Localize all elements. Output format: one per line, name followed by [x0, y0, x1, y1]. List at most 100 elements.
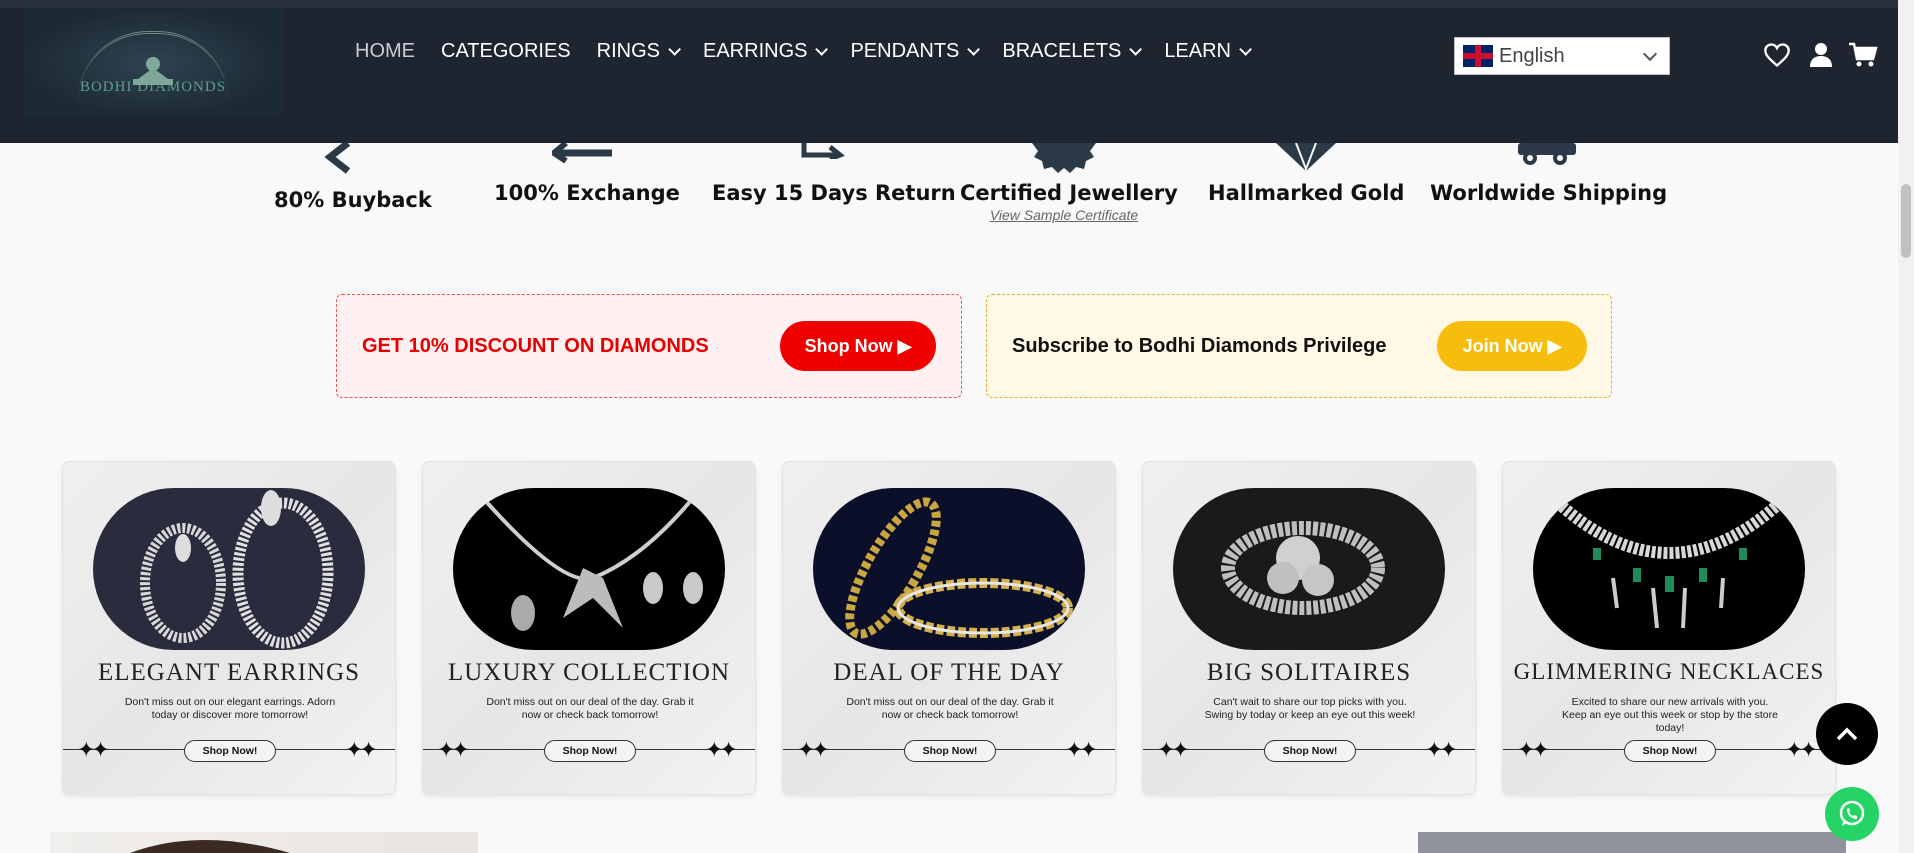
feature-exchange: 100% Exchange: [494, 181, 680, 205]
sparkle-icon: ✦✦: [705, 737, 738, 762]
bottom-banner-left: [50, 832, 478, 853]
sparkle-icon: ✦✦: [1157, 737, 1190, 762]
card-shop-now-button[interactable]: Shop Now!: [904, 740, 996, 762]
feature-buyback: 80% Buyback: [274, 188, 432, 212]
return-icon: [801, 143, 845, 159]
card-description: Don't miss out on our elegant earrings. …: [124, 696, 336, 721]
page-scrollbar[interactable]: [1898, 0, 1914, 853]
nav-learn[interactable]: LEARN: [1164, 40, 1253, 63]
nav-earrings[interactable]: EARRINGS: [703, 40, 829, 63]
ring-image: [1173, 488, 1445, 650]
necklace-image: [453, 488, 725, 650]
main-nav: HOME CATEGORIES RINGS EARRINGS PENDANTS …: [355, 40, 1274, 63]
bangles-image: [813, 488, 1085, 650]
feature-certified: Certified Jewellery View Sample Certific…: [960, 181, 1178, 223]
sparkle-icon: ✦✦: [345, 737, 378, 762]
card-description: Can't wait to share our top picks with y…: [1204, 696, 1416, 721]
back-to-top-button[interactable]: [1816, 703, 1878, 765]
card-shop-now-button[interactable]: Shop Now!: [1264, 740, 1356, 762]
user-icon[interactable]: [1806, 40, 1836, 70]
feature-return: Easy 15 Days Return: [712, 181, 956, 205]
subscribe-text: Subscribe to Bodhi Diamonds Privilege: [1012, 334, 1387, 357]
top-strip: [0, 0, 1898, 8]
feature-label: 100% Exchange: [494, 181, 680, 205]
site-header: BODHI DIAMONDS HOME CATEGORIES RINGS EAR…: [0, 0, 1898, 143]
card-glimmering-necklaces[interactable]: GLIMMERING NECKLACES Excited to share ou…: [1502, 461, 1836, 795]
chevron-up-icon: [1836, 727, 1858, 741]
feature-label: 80% Buyback: [274, 188, 432, 212]
nav-categories[interactable]: CATEGORIES: [441, 40, 571, 63]
sparkle-icon: ✦✦: [437, 737, 470, 762]
buyback-icon: [324, 143, 351, 174]
card-shop-now-button[interactable]: Shop Now!: [1624, 740, 1716, 762]
chevron-down-icon: [1239, 43, 1253, 56]
card-title: GLIMMERING NECKLACES: [1513, 659, 1825, 684]
nav-pendants-label: PENDANTS: [850, 40, 960, 62]
join-now-button[interactable]: Join Now ▶: [1437, 321, 1587, 371]
exchange-icon: [552, 143, 612, 163]
card-title: LUXURY COLLECTION: [447, 659, 731, 686]
card-title: ELEGANT EARRINGS: [97, 659, 361, 686]
chevron-down-icon: [967, 43, 981, 56]
card-description: Excited to share our new arrivals with y…: [1562, 696, 1778, 734]
nav-bracelets[interactable]: BRACELETS: [1002, 40, 1143, 63]
discount-banner: GET 10% DISCOUNT ON DIAMONDS Shop Now ▶: [336, 294, 962, 398]
card-luxury-collection[interactable]: LUXURY COLLECTION Don't miss out on our …: [422, 461, 756, 795]
nav-rings[interactable]: RINGS: [596, 40, 681, 63]
nav-earrings-label: EARRINGS: [703, 40, 808, 62]
language-label: English: [1499, 44, 1565, 67]
site-logo[interactable]: BODHI DIAMONDS: [24, 8, 282, 118]
cart-icon[interactable]: [1848, 40, 1878, 70]
view-sample-certificate-link[interactable]: View Sample Certificate: [960, 207, 1168, 223]
sparkle-icon: ✦✦: [1065, 737, 1098, 762]
feature-shipping: Worldwide Shipping: [1430, 181, 1668, 205]
chevron-down-icon: [1129, 43, 1143, 56]
logo-emblem: [78, 30, 228, 101]
feature-label: Easy 15 Days Return: [712, 181, 956, 205]
subscribe-banner: Subscribe to Bodhi Diamonds Privilege Jo…: [986, 294, 1612, 398]
feature-label: Hallmarked Gold: [1208, 181, 1405, 205]
scrollbar-thumb[interactable]: [1901, 184, 1911, 258]
nav-categories-label: CATEGORIES: [441, 40, 571, 62]
whatsapp-icon: [1839, 800, 1865, 826]
nav-bracelets-label: BRACELETS: [1002, 40, 1122, 62]
chevron-down-icon: [815, 43, 829, 56]
heart-icon[interactable]: [1762, 40, 1792, 70]
logo-mark-icon: [133, 56, 173, 85]
diamond-icon: [1276, 143, 1336, 171]
emerald-necklace-image: [1533, 488, 1805, 650]
truck-icon: [1518, 143, 1576, 165]
sparkle-icon: ✦✦: [1517, 737, 1550, 762]
nav-pendants[interactable]: PENDANTS: [850, 40, 981, 63]
feature-label: Certified Jewellery: [960, 181, 1178, 205]
nav-home-label: HOME: [355, 40, 415, 62]
sparkle-icon: ✦✦: [1425, 737, 1458, 762]
chevron-down-icon: [668, 43, 681, 56]
card-big-solitaires[interactable]: BIG SOLITAIRES Can't wait to share our t…: [1142, 461, 1476, 795]
card-deal-of-the-day[interactable]: DEAL OF THE DAY Don't miss out on our de…: [782, 461, 1116, 795]
sparkle-icon: ✦✦: [77, 737, 110, 762]
card-shop-now-button[interactable]: Shop Now!: [184, 740, 276, 762]
feature-hallmarked: Hallmarked Gold: [1208, 181, 1404, 205]
shop-now-button[interactable]: Shop Now ▶: [780, 321, 936, 371]
chevron-down-icon: [1642, 46, 1658, 62]
card-elegant-earrings[interactable]: ELEGANT EARRINGS Don't miss out on our e…: [62, 461, 396, 795]
card-description: Don't miss out on our deal of the day. G…: [486, 696, 694, 721]
earrings-image: [93, 488, 365, 650]
nav-rings-label: RINGS: [596, 40, 660, 62]
card-shop-now-button[interactable]: Shop Now!: [544, 740, 636, 762]
feature-label: Worldwide Shipping: [1430, 181, 1668, 205]
discount-text: GET 10% DISCOUNT ON DIAMONDS: [362, 334, 709, 357]
bottom-banner-right: [1418, 832, 1846, 853]
card-title: BIG SOLITAIRES: [1206, 659, 1412, 686]
card-description: Don't miss out on our deal of the day. G…: [846, 696, 1054, 721]
language-select[interactable]: English: [1454, 37, 1670, 75]
certificate-icon: [1032, 143, 1096, 173]
whatsapp-button[interactable]: [1825, 787, 1879, 841]
uk-flag-icon: [1463, 45, 1493, 67]
nav-home[interactable]: HOME: [355, 40, 415, 63]
nav-learn-label: LEARN: [1164, 40, 1232, 62]
sparkle-icon: ✦✦: [797, 737, 830, 762]
card-title: DEAL OF THE DAY: [833, 659, 1065, 686]
sparkle-icon: ✦✦: [1785, 737, 1818, 762]
